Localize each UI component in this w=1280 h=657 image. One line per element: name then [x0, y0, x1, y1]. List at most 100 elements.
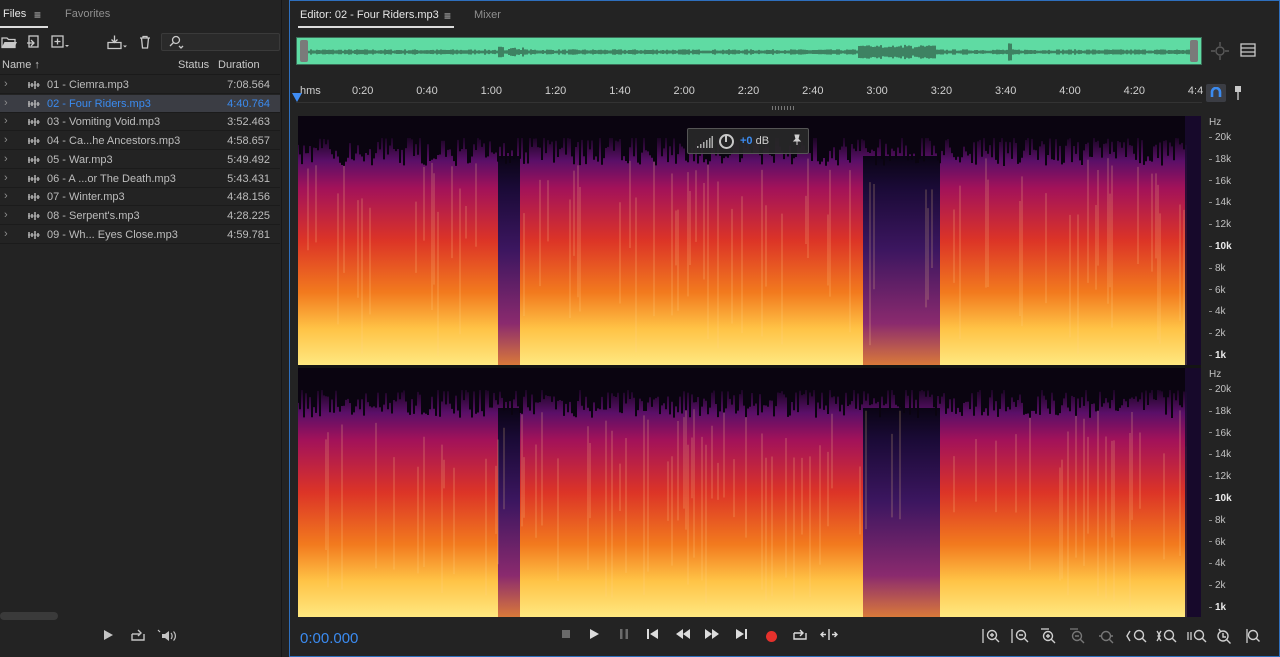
skip-to-start-icon[interactable]: [646, 628, 660, 640]
insert-into-multitrack-icon[interactable]: [107, 34, 127, 50]
tab-editor[interactable]: Editor: 02 - Four Riders.mp3: [300, 9, 439, 21]
tick-dash: [1209, 388, 1212, 390]
overview-waveform-graphic: [308, 43, 1190, 61]
file-row[interactable]: › 05 - War.mp3 5:49.492: [0, 151, 280, 169]
zoom-in-at-start-icon[interactable]: [1126, 628, 1148, 644]
panel-options-icon[interactable]: [1240, 43, 1256, 57]
loop-preview-icon[interactable]: [130, 629, 146, 642]
file-row[interactable]: › 06 - A ...or The Death.mp3 5:43.431: [0, 170, 280, 188]
file-row[interactable]: › 02 - Four Riders.mp3 4:40.764: [0, 94, 280, 113]
column-header-name[interactable]: Name ↑: [2, 59, 40, 71]
search-icon: [169, 35, 184, 49]
tick-dash: [1209, 354, 1212, 356]
expand-chevron-icon[interactable]: ›: [4, 153, 8, 165]
frequency-scale-left: Hz 20k 18k 16k 14k 12k 10k 8k 6k 4k 2k 1k: [1202, 116, 1252, 365]
auto-play-speaker-icon[interactable]: [157, 629, 177, 643]
column-header-duration[interactable]: Duration: [218, 59, 260, 71]
skip-to-end-icon[interactable]: [734, 628, 748, 640]
tab-mixer[interactable]: Mixer: [474, 9, 501, 21]
frequency-unit-label: Hz: [1209, 117, 1222, 128]
new-file-icon[interactable]: [51, 34, 69, 50]
waveform-overview[interactable]: [296, 37, 1202, 65]
zoom-reset-icon[interactable]: [1216, 628, 1232, 644]
tick-dash: [1209, 476, 1212, 478]
editor-panel: Editor: 02 - Four Riders.mp3 ≡ Mixer hms…: [289, 0, 1280, 657]
timeline-ruler[interactable]: hms 0:20 0:40 1:00 1:20 1:40 2:00 2:20 2:40 3:00…: [296, 81, 1203, 103]
file-row[interactable]: › 07 - Winter.mp3 4:48.156: [0, 188, 280, 207]
pin-hud-icon[interactable]: [792, 134, 802, 146]
zoom-navigator-icon[interactable]: [1210, 41, 1230, 61]
import-file-icon[interactable]: [26, 34, 43, 50]
zoom-out-full-icon[interactable]: [1098, 628, 1116, 644]
marker-pin-icon[interactable]: [1233, 85, 1243, 101]
tick-dash: [1209, 432, 1212, 434]
expand-chevron-icon[interactable]: ›: [4, 115, 8, 127]
amplitude-hud[interactable]: +0 dB: [687, 128, 809, 154]
zoom-in-time-icon[interactable]: [1040, 628, 1058, 644]
file-search-input[interactable]: [161, 33, 280, 51]
rewind-icon[interactable]: [675, 628, 691, 640]
expand-chevron-icon[interactable]: ›: [4, 78, 8, 90]
fast-forward-icon[interactable]: [704, 628, 720, 640]
file-row[interactable]: › 09 - Wh... Eyes Close.mp3 4:59.781: [0, 226, 280, 244]
frequency-label: 18k: [1209, 406, 1231, 417]
play-preview-icon[interactable]: [103, 629, 114, 641]
file-duration: 3:52.463: [227, 116, 270, 129]
loop-playback-icon[interactable]: [792, 628, 808, 641]
active-tab-underline: [0, 26, 48, 28]
tick-dash: [1209, 519, 1212, 521]
audio-waveform-icon: [28, 193, 40, 202]
frequency-label: 20k: [1209, 132, 1231, 143]
play-icon[interactable]: [588, 628, 600, 640]
timeline-tick-label: 4:00: [1059, 85, 1081, 97]
files-horizontal-scrollbar[interactable]: [0, 612, 58, 620]
file-name: 06 - A ...or The Death.mp3: [47, 172, 176, 185]
column-header-status[interactable]: Status: [178, 59, 209, 71]
overview-left-handle[interactable]: [300, 40, 308, 62]
files-panel-tabs: Files ≡ Favorites: [0, 0, 282, 30]
tab-favorites[interactable]: Favorites: [65, 8, 110, 20]
volume-knob[interactable]: [719, 134, 734, 149]
expand-chevron-icon[interactable]: ›: [4, 172, 8, 184]
file-row[interactable]: › 08 - Serpent's.mp3 4:28.225: [0, 207, 280, 225]
frequency-unit-label: Hz: [1209, 369, 1222, 380]
expand-chevron-icon[interactable]: ›: [4, 134, 8, 146]
tick-dash: [1209, 333, 1212, 335]
zoom-out-amplitude-icon[interactable]: [1011, 628, 1029, 644]
snap-magnet-button[interactable]: [1206, 84, 1226, 102]
editor-menu-icon[interactable]: ≡: [444, 9, 451, 23]
file-row[interactable]: › 04 - Ca...he Ancestors.mp3 4:58.657: [0, 132, 280, 151]
overview-right-handle[interactable]: [1190, 40, 1198, 62]
zoom-in-at-end-icon[interactable]: [1156, 628, 1178, 644]
sort-ascending-icon: ↑: [34, 59, 40, 71]
playhead-marker[interactable]: [292, 93, 302, 102]
zoom-out-time-icon[interactable]: [1069, 628, 1087, 644]
expand-chevron-icon[interactable]: ›: [4, 190, 8, 202]
frequency-scale-right: Hz 20k 18k 16k 14k 12k 10k 8k 6k 4k 2k 1k: [1202, 368, 1252, 617]
stop-icon[interactable]: [560, 628, 572, 640]
zoom-in-amplitude-icon[interactable]: [982, 628, 1000, 644]
tab-files[interactable]: Files: [3, 8, 26, 20]
expand-chevron-icon[interactable]: ›: [4, 97, 8, 109]
skip-selection-icon[interactable]: [820, 628, 838, 641]
spectral-channel-right[interactable]: [298, 368, 1201, 617]
timeline-tick-label: 0:20: [352, 85, 374, 97]
vertical-resize-grip[interactable]: [772, 106, 794, 110]
pause-icon[interactable]: [618, 628, 630, 640]
expand-chevron-icon[interactable]: ›: [4, 209, 8, 221]
expand-chevron-icon[interactable]: ›: [4, 228, 8, 240]
timecode-display[interactable]: 0:00.000: [300, 630, 358, 647]
file-name: 08 - Serpent's.mp3: [47, 209, 140, 222]
file-row[interactable]: › 03 - Vomiting Void.mp3 3:52.463: [0, 113, 280, 132]
open-folder-icon[interactable]: [1, 34, 17, 50]
zoom-frequency-icon[interactable]: [1244, 628, 1260, 644]
record-button[interactable]: [766, 631, 777, 642]
panel-menu-icon[interactable]: ≡: [34, 8, 41, 22]
tick-dash: [1209, 454, 1212, 456]
files-panel: Files ≡ Favorites Name ↑ Status Duration…: [0, 0, 282, 657]
frequency-label: 14k: [1209, 449, 1231, 460]
zoom-to-selection-icon[interactable]: [1186, 628, 1208, 644]
file-row[interactable]: › 01 - Ciemra.mp3 7:08.564: [0, 76, 280, 94]
trash-icon[interactable]: [139, 34, 151, 50]
timeline-tick-label: 2:40: [802, 85, 824, 97]
